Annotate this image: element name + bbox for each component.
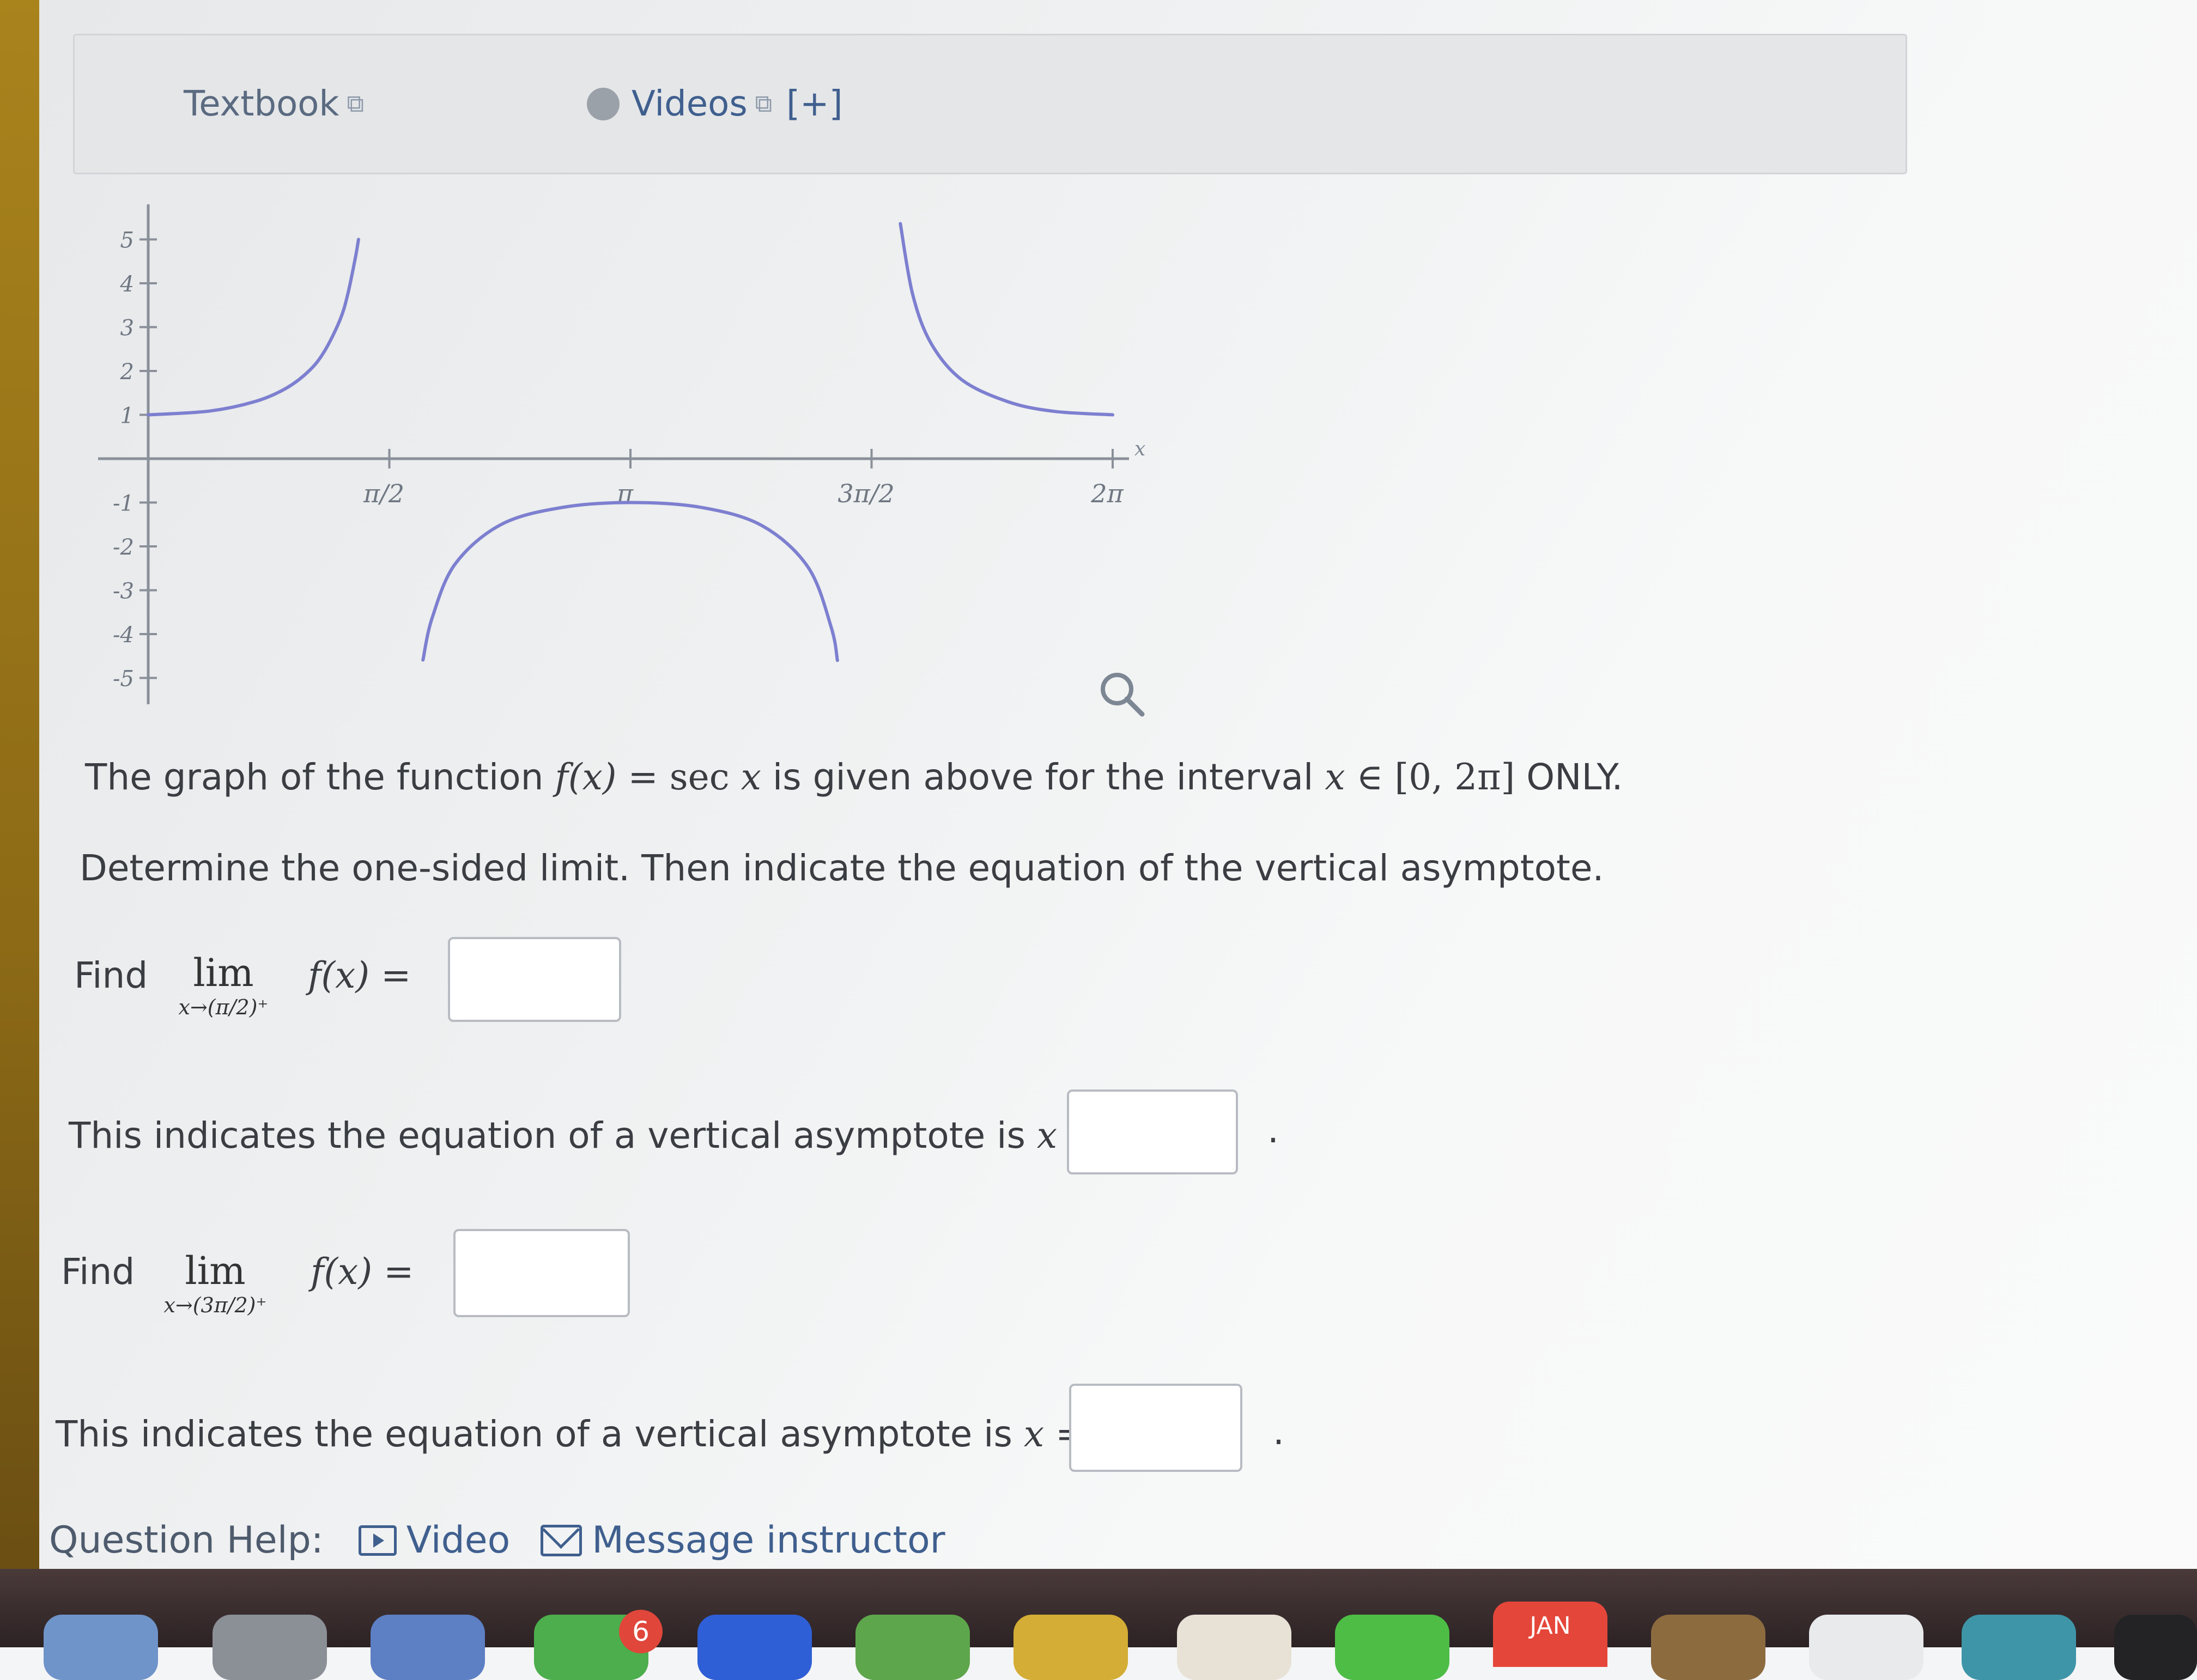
limit2-answer-input[interactable] [453,1229,630,1317]
dock-app-calendar[interactable]: JAN [1493,1602,1607,1667]
dock-app-mail[interactable] [697,1615,812,1680]
videos-label: Videos [632,84,748,124]
limit1-answer-input[interactable] [448,937,621,1022]
secant-branch-2 [421,501,839,662]
secant-branch-3 [899,222,1114,417]
y-tick-label: 5 [120,228,134,253]
y-tick-label: -3 [113,579,134,604]
dock-app-maps[interactable] [855,1615,970,1680]
asymptote-statement-1: This indicates the equation of a vertica… [69,1115,1098,1156]
x-tick-label: 3π/2 [837,479,894,508]
y-tick-label: 3 [120,316,134,341]
y-tick-label: -4 [113,623,134,648]
interval: [0, 2π] [1394,756,1515,798]
secant-graph: x π/2 π 3π/2 2π54321-1-2-3-4-5 [98,204,1145,717]
secant-branch-1 [147,238,360,417]
limit-expression-2: lim x→(3π/2)⁺ [136,1249,294,1317]
videos-link[interactable]: Videos ⧉ [+] [587,82,843,126]
dock-app-finder[interactable] [44,1615,158,1680]
limit-subscript-1: x→(π/2)⁺ [178,995,269,1019]
fx-equals-1: f(x) = [308,954,411,996]
dock-app-preview[interactable] [1962,1615,2076,1680]
textbook-label: Textbook [184,84,339,124]
external-link-icon: ⧉ [755,90,773,118]
asymptote-text-2: This indicates the equation of a vertica… [56,1413,1012,1455]
function-variable: x [741,756,761,798]
y-tick-label: -1 [113,491,134,516]
dock-app-launchpad[interactable] [213,1615,327,1680]
resources-bar: Textbook ⧉ Videos ⧉ [+] [73,34,1907,174]
statement-text-middle: is given above for the interval [772,756,1314,798]
limit-subscript-2: x→(3π/2)⁺ [163,1293,267,1317]
y-tick-label: 1 [120,404,134,429]
help-video-label: Video [406,1519,511,1562]
find-label-1: Find [74,954,148,996]
limit-expression-1: lim x→(π/2)⁺ [147,951,300,1019]
dock-app-reminders[interactable] [1651,1615,1765,1680]
period-1: . [1267,1109,1279,1151]
x-axis-label: x [1134,438,1145,460]
help-video-link[interactable]: Video [358,1519,511,1562]
function-symbol: f(x) [555,756,617,798]
question-help: Question Help: Video Message instructor [49,1519,945,1562]
message-instructor-label: Message instructor [592,1519,945,1562]
question-help-label: Question Help: [49,1519,324,1562]
videos-expand-button[interactable]: [+] [786,82,843,126]
fx-equals-2: f(x) = [311,1251,414,1293]
graph-axes: x [98,204,1145,704]
function-definition: = sec [628,756,730,798]
find-label-2: Find [61,1251,135,1293]
dock-app-photos[interactable] [1177,1615,1291,1680]
asymptote1-answer-input[interactable] [1067,1089,1238,1174]
dock-app-more[interactable] [2114,1615,2197,1680]
envelope-icon [541,1524,582,1556]
zoom-icon[interactable] [1101,673,1145,717]
dock-app-facetime[interactable] [1335,1615,1449,1680]
graph-curves [147,222,1114,662]
y-tick-label: -5 [113,667,134,692]
y-tick-label: -2 [113,535,134,560]
asymptote2-answer-input[interactable] [1069,1384,1242,1472]
question-statement: The graph of the function f(x) = sec x i… [85,756,1623,798]
message-instructor-link[interactable]: Message instructor [541,1519,945,1562]
textbook-link[interactable]: Textbook ⧉ [184,82,364,126]
y-tick-label: 4 [120,272,134,297]
window-edge [0,0,39,1569]
dock-app-settings[interactable] [1809,1615,1923,1680]
x-tick-label: π/2 [363,479,404,508]
period-2: . [1273,1411,1284,1453]
statement-text: The graph of the function [85,756,544,798]
video-globe-icon [587,88,620,120]
statement-suffix: ONLY. [1526,756,1623,798]
asymptote-text-1: This indicates the equation of a vertica… [69,1115,1025,1156]
y-tick-label: 2 [120,360,134,385]
interval-variable: x [1325,756,1345,798]
asymptote-statement-2: This indicates the equation of a vertica… [56,1413,1085,1455]
instruction-text: Determine the one-sided limit. Then indi… [80,847,1604,889]
dock-notification-badge: 6 [619,1610,663,1653]
x-tick-label: 2π [1090,479,1124,508]
video-play-icon [358,1525,397,1556]
element-of-symbol: ∈ [1356,756,1383,798]
lim-word: lim [193,951,254,995]
dock-app-safari[interactable] [371,1615,485,1680]
lim-word: lim [185,1249,246,1293]
external-link-icon: ⧉ [347,90,364,118]
dock-app-notes[interactable] [1013,1615,1128,1680]
